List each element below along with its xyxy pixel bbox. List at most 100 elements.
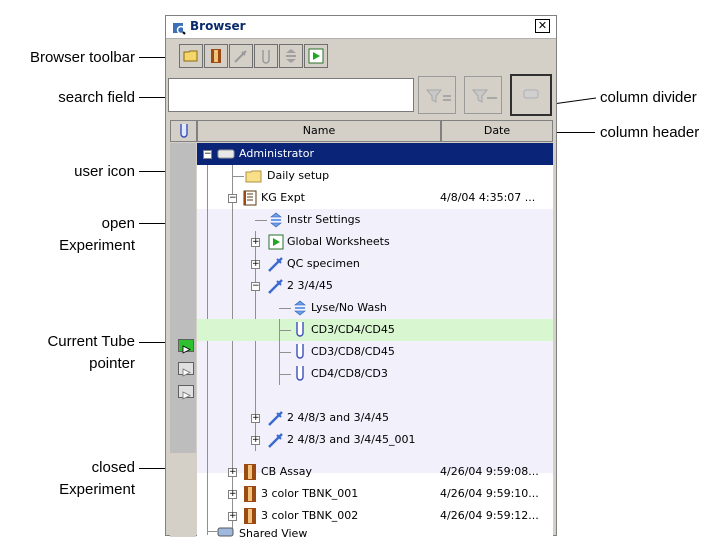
- tube-icon: [296, 344, 304, 359]
- browser-window: Browser ✕ Name Date − Administrator Dail…: [165, 15, 557, 540]
- tree-row-cd3-cd4-cd45[interactable]: CD3/CD4/CD45: [197, 319, 553, 341]
- browser-tree: − Administrator Daily setup − KG Expt 4/…: [197, 143, 553, 540]
- tree-line: [255, 220, 267, 221]
- tree-row-date: 4/8/04 4:35:07 ...: [440, 191, 536, 204]
- tree-row-label: Shared View: [239, 527, 308, 540]
- closed-experiment-icon: [244, 486, 256, 502]
- expand-toggle[interactable]: +: [228, 512, 237, 521]
- tree-row-3-color-tbnk-001[interactable]: + 3 color TBNK_001 4/26/04 9:59:10...: [197, 483, 553, 505]
- tree-row-daily-setup[interactable]: Daily setup: [197, 165, 553, 187]
- pointer-arrow-icon: [182, 368, 191, 377]
- callout-open-experiment-line1: open: [101, 215, 135, 232]
- instrument-settings-icon: [286, 49, 296, 63]
- specimen-icon: [268, 433, 283, 448]
- expand-toggle[interactable]: +: [228, 490, 237, 499]
- instrument-settings-button[interactable]: [279, 44, 303, 68]
- tree-row-specimen-2-4-8-3[interactable]: + 2 4/8/3 and 3/4/45: [197, 407, 553, 429]
- callout-closed-experiment-line2: Experiment: [59, 481, 135, 498]
- tree-line: [279, 308, 291, 309]
- specimen-icon: [268, 257, 283, 272]
- tree-row-lyse-no-wash[interactable]: Lyse/No Wash: [197, 297, 553, 319]
- tube-pointer[interactable]: [178, 362, 194, 377]
- callout-search-field: search field: [58, 89, 135, 106]
- new-worksheet-button[interactable]: [304, 44, 328, 68]
- tube-pointer-gutter: [170, 143, 196, 537]
- new-folder-button[interactable]: [179, 44, 203, 68]
- new-specimen-button[interactable]: [229, 44, 253, 68]
- expand-toggle[interactable]: +: [251, 414, 260, 423]
- close-button[interactable]: ✕: [535, 19, 550, 33]
- tree-row-label: 2 3/4/45: [287, 279, 333, 292]
- instrument-settings-icon: [270, 212, 282, 228]
- tree-row-label: QC specimen: [287, 257, 360, 270]
- callout-closed-experiment-line1: closed: [91, 459, 135, 476]
- callout-browser-toolbar: Browser toolbar: [29, 49, 135, 66]
- tree-row-date: 4/26/04 9:59:10...: [440, 487, 539, 500]
- tree-row-instr-settings[interactable]: Instr Settings: [197, 209, 553, 231]
- tree-row-date: 4/26/04 9:59:08...: [440, 465, 539, 478]
- tree-row-label: CB Assay: [261, 465, 312, 478]
- expand-toggle[interactable]: +: [251, 436, 260, 445]
- collapse-toggle[interactable]: −: [203, 150, 212, 159]
- tree-row-shared-view[interactable]: Shared View: [197, 527, 553, 541]
- tree-row-label: Daily setup: [267, 169, 330, 182]
- tree-row-label: KG Expt: [261, 191, 305, 204]
- tube-icon: [262, 50, 270, 64]
- tube-icon: [180, 124, 188, 138]
- tree-row-cd3-cd8-cd45[interactable]: CD3/CD8/CD45: [197, 341, 553, 363]
- expand-toggle[interactable]: +: [228, 468, 237, 477]
- tree-row-administrator[interactable]: − Administrator: [197, 143, 553, 165]
- tree-row-specimen-2-3-4-45[interactable]: − 2 3/4/45: [197, 275, 553, 297]
- pointer-arrow-icon: [182, 391, 191, 400]
- tree-row-cd4-cd8-cd3[interactable]: CD4/CD8/CD3: [197, 363, 553, 385]
- collapse-toggle[interactable]: −: [228, 194, 237, 203]
- tree-row-cb-assay[interactable]: + CB Assay 4/26/04 9:59:08...: [197, 461, 553, 483]
- shared-view-icon: [217, 527, 234, 537]
- tube-pointer[interactable]: [178, 385, 194, 400]
- expand-toggle[interactable]: +: [251, 238, 260, 247]
- toggle-filter-button[interactable]: [510, 74, 552, 116]
- clear-filter-button[interactable]: [464, 76, 502, 114]
- tree-row-label: 3 color TBNK_001: [261, 487, 359, 500]
- collapse-toggle[interactable]: −: [251, 282, 260, 291]
- instrument-settings-icon: [294, 300, 306, 316]
- tree-row-kg-expt[interactable]: − KG Expt 4/8/04 4:35:07 ...: [197, 187, 553, 209]
- tube-icon: [296, 366, 304, 381]
- tree-row-specimen-2-4-8-3-001[interactable]: + 2 4/8/3 and 3/4/45_001: [197, 429, 553, 451]
- tree-line: [279, 374, 291, 375]
- tree-row-label: 2 4/8/3 and 3/4/45_001: [287, 433, 416, 446]
- new-experiment-button[interactable]: [204, 44, 228, 68]
- filter-icon: [425, 89, 451, 103]
- tube-column-header[interactable]: [170, 120, 197, 142]
- specimen-icon: [234, 50, 247, 63]
- gutter-lower: [170, 453, 196, 537]
- leader-line: [553, 132, 595, 133]
- tree-line: [207, 531, 217, 532]
- tree-row-label: CD3/CD8/CD45: [311, 345, 395, 358]
- name-column-header[interactable]: Name: [197, 120, 441, 142]
- tree-row-label: Global Worksheets: [287, 235, 390, 248]
- tree-row-qc-specimen[interactable]: + QC specimen: [197, 253, 553, 275]
- tree-row-global-worksheets[interactable]: + Global Worksheets: [197, 231, 553, 253]
- expand-toggle[interactable]: +: [251, 260, 260, 269]
- filter-button[interactable]: [418, 76, 456, 114]
- browser-app-icon: [172, 20, 186, 35]
- closed-experiment-icon: [244, 464, 256, 480]
- user-icon: [217, 149, 235, 159]
- experiment-icon: [211, 49, 221, 63]
- pointer-arrow-icon: [182, 345, 191, 354]
- callout-open-experiment-line2: Experiment: [59, 237, 135, 254]
- callout-column-header: column header: [600, 124, 700, 141]
- callout-current-tube-line2: pointer: [89, 355, 135, 372]
- tube-icon: [296, 322, 304, 337]
- current-tube-pointer[interactable]: [178, 339, 194, 354]
- tree-row-label: Instr Settings: [287, 213, 361, 226]
- tree-row-date: 4/26/04 9:59:12...: [440, 509, 539, 522]
- date-column-header[interactable]: Date: [441, 120, 553, 142]
- new-tube-button[interactable]: [254, 44, 278, 68]
- clear-filter-icon: [471, 89, 497, 103]
- search-input[interactable]: [168, 78, 414, 112]
- tree-row-3-color-tbnk-002[interactable]: + 3 color TBNK_002 4/26/04 9:59:12...: [197, 505, 553, 527]
- worksheet-icon: [268, 234, 284, 250]
- tree-line: [279, 352, 291, 353]
